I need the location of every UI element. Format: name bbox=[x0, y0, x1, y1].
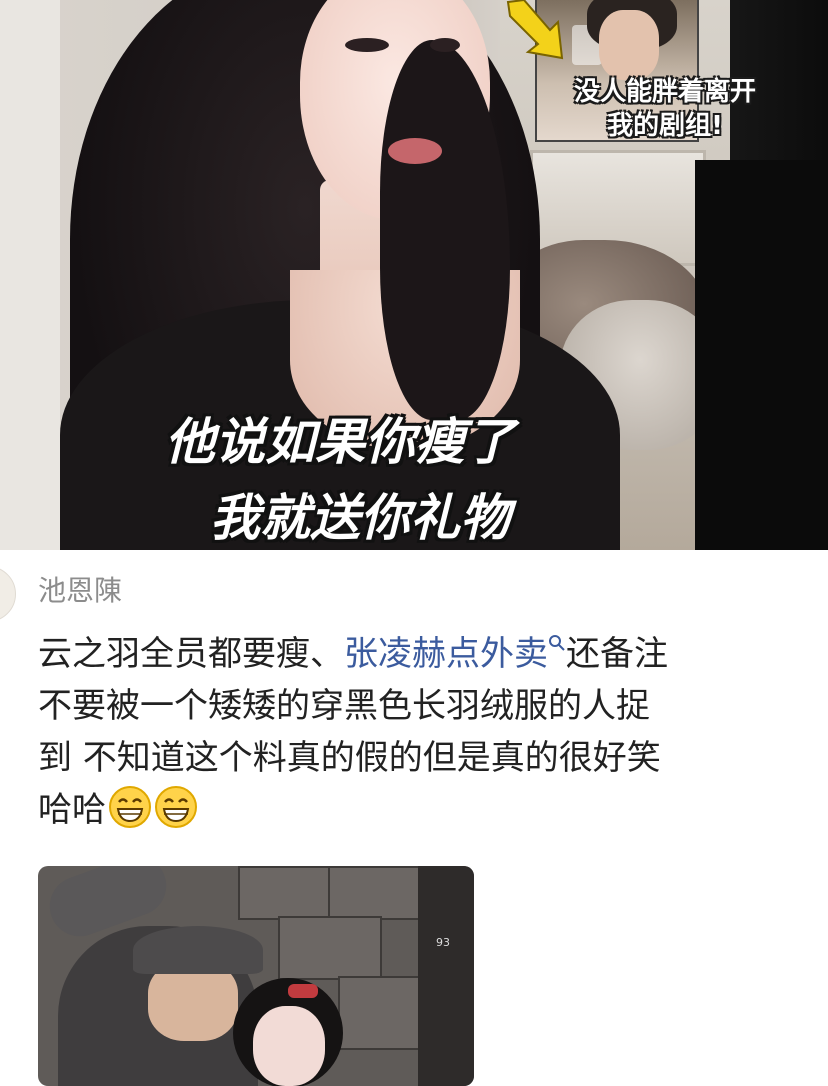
dark-panel bbox=[695, 160, 828, 550]
comment-line4-text: 哈哈 bbox=[38, 790, 106, 830]
inset-caption-line2: 我的剧组! bbox=[607, 111, 723, 141]
stone-block bbox=[278, 916, 382, 980]
man-face bbox=[599, 10, 659, 80]
grinning-emoji-icon bbox=[155, 786, 197, 828]
woman-lips bbox=[388, 138, 442, 164]
man-cap bbox=[133, 926, 263, 974]
girl-face bbox=[253, 1006, 325, 1086]
equipment-tag: 93 bbox=[436, 936, 450, 949]
attached-photo[interactable]: 93 bbox=[38, 866, 474, 1086]
avatar[interactable] bbox=[0, 566, 16, 622]
comment-line3: 到 不知道这个料真的假的但是真的很好笑 bbox=[38, 738, 661, 778]
video-frame[interactable]: 没人能胖着离开 我的剧组! 他说如果你瘦了 我就送你礼物 bbox=[0, 0, 828, 550]
woman-eye-left bbox=[345, 38, 389, 52]
stone-block bbox=[238, 866, 332, 920]
comment-text-part2: 还备注 bbox=[566, 634, 668, 674]
comment-line4: 哈哈 bbox=[38, 784, 798, 836]
comment-text: 云之羽全员都要瘦、张凌赫点外卖 还备注 不要被一个矮矮的穿黑色长羽绒服的人捉 到 … bbox=[38, 628, 798, 836]
background-wall bbox=[0, 0, 60, 550]
video-subtitle-line2: 我就送你礼物 bbox=[210, 489, 510, 547]
inset-caption-line1: 没人能胖着离开 bbox=[573, 77, 756, 107]
inset-caption: 没人能胖着离开 我的剧组! bbox=[540, 75, 790, 143]
search-link[interactable]: 张凌赫点外卖 bbox=[344, 634, 548, 674]
hair-ornament bbox=[288, 984, 318, 998]
arrow-icon bbox=[506, 0, 564, 60]
woman-eye-right bbox=[430, 38, 460, 52]
equipment-rack bbox=[418, 866, 474, 1086]
username[interactable]: 池恩陳 bbox=[38, 569, 122, 609]
comment-line1: 云之羽全员都要瘦、张凌赫点外卖 还备注 bbox=[38, 628, 798, 680]
stone-block bbox=[338, 976, 422, 1050]
comment-text-part1: 云之羽全员都要瘦、 bbox=[38, 634, 344, 674]
grinning-emoji-icon bbox=[109, 786, 151, 828]
search-icon[interactable] bbox=[548, 634, 566, 652]
video-subtitle-line1: 他说如果你瘦了 bbox=[165, 413, 515, 471]
comment-line2: 不要被一个矮矮的穿黑色长羽绒服的人捉 bbox=[38, 686, 650, 726]
stone-block bbox=[328, 866, 422, 920]
